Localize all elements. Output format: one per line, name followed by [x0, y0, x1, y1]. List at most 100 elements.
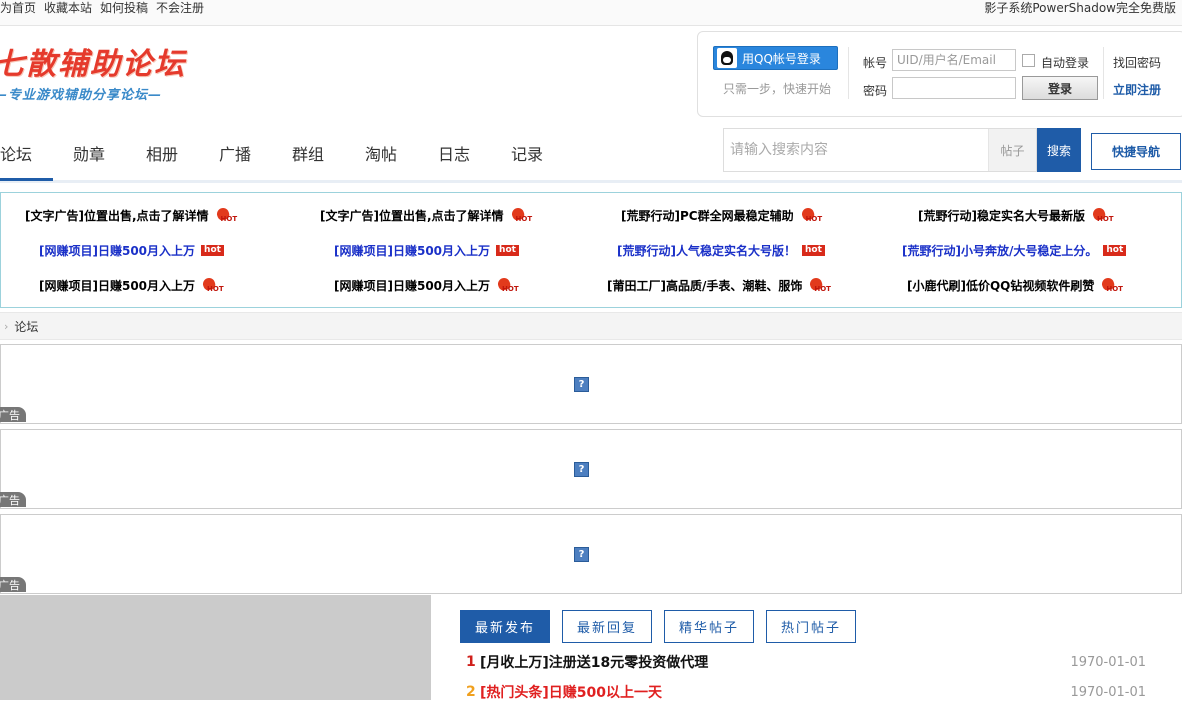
post-rank: 2 [466, 684, 476, 700]
top-right-ad-link[interactable]: 影子系统PowerShadow完全免费版 [984, 0, 1176, 17]
hot-badge-icon: hot [801, 245, 825, 256]
password-label: 密码 [863, 84, 888, 98]
text-ad-link[interactable]: [荒野行动]稳定实名大号最新版 [918, 207, 1115, 224]
logo-title: 七散辅助论坛 [0, 47, 186, 82]
chevron-right-icon: › [4, 319, 9, 333]
text-ad-link[interactable]: [网赚项目]日赚500月入上万 [39, 277, 225, 294]
divider [848, 47, 849, 99]
text-ad-label: [荒野行动]PC群全网最稳定辅助 [621, 209, 794, 223]
text-ad-link[interactable]: [网赚项目]日赚500月入上万 hot [39, 242, 224, 259]
ad-tag: 广告 [0, 577, 26, 592]
hot-flame-icon [215, 208, 239, 224]
qq-login-hint: 只需一步，快速开始 [723, 82, 832, 96]
broken-image-icon: ? [574, 547, 589, 562]
tab-latest-replies[interactable]: 最新回复 [562, 610, 653, 643]
hot-badge-icon: hot [201, 245, 224, 256]
qq-login-label: 用QQ帐号登录 [742, 51, 821, 66]
top-links: 为首页 收藏本站 如何投稿 不会注册 [0, 0, 204, 17]
nav-item-blog[interactable]: 日志 [438, 141, 470, 165]
auto-login-checkbox[interactable] [1022, 54, 1035, 67]
broken-image-icon: ? [574, 377, 589, 392]
set-homepage-link[interactable]: 为首页 [0, 0, 36, 17]
quick-nav-button[interactable]: 快捷导航 [1091, 133, 1181, 170]
auto-login-label: 自动登录 [1041, 56, 1090, 70]
register-link[interactable]: 立即注册 [1113, 81, 1161, 98]
text-ad-link[interactable]: [荒野行动]小号奔放/大号稳定上分。 hot [902, 242, 1127, 259]
top-bar: 为首页 收藏本站 如何投稿 不会注册 影子系统PowerShadow完全免费版 [0, 0, 1182, 26]
posts-tabs: 最新发布 最新回复 精华帖子 热门帖子 [460, 610, 857, 643]
search-type-select[interactable]: 帖子 [988, 129, 1036, 171]
post-rank: 1 [466, 654, 476, 670]
nav-item-forum[interactable]: 论坛 [0, 141, 32, 165]
posts-panel: 最新发布 最新回复 精华帖子 热门帖子 1 [月收上万]注册送18元零投资做代理… [444, 595, 1182, 702]
tab-hot[interactable]: 热门帖子 [766, 610, 857, 643]
nav-active-indicator [0, 178, 53, 181]
text-ads-panel: [文字广告]位置出售,点击了解详情 [文字广告]位置出售,点击了解详情 [荒野行… [0, 192, 1182, 308]
text-ad-label: [网赚项目]日赚500月入上万 [334, 244, 491, 258]
text-ad-label: [网赚项目]日赚500月入上万 [334, 279, 491, 293]
text-ad-label: [荒野行动]人气稳定实名大号版！ [617, 244, 796, 258]
slideshow-placeholder [0, 595, 431, 700]
nav-item-broadcast[interactable]: 广播 [219, 141, 251, 165]
breadcrumb: › 论坛 [0, 312, 1182, 340]
text-ad-label: [文字广告]位置出售,点击了解详情 [320, 209, 504, 223]
ad-tag: 广告 [0, 407, 26, 422]
ad-slot[interactable]: ? 广告 [0, 429, 1182, 509]
hot-badge-icon: hot [496, 245, 519, 256]
ad-slot[interactable]: ? 广告 [0, 344, 1182, 424]
text-ad-link[interactable]: [网赚项目]日赚500月入上万 [334, 277, 520, 294]
text-ad-link[interactable]: [荒野行动]PC群全网最稳定辅助 [621, 207, 824, 224]
header: 七散辅助论坛 —专业游戏辅助分享论坛— 用QQ帐号登录 只需一步，快速开始 帐号… [0, 27, 1182, 121]
retrieve-password-link[interactable]: 找回密码 [1113, 54, 1161, 71]
text-ad-label: [网赚项目]日赚500月入上万 [39, 279, 196, 293]
site-logo[interactable]: 七散辅助论坛 —专业游戏辅助分享论坛— [0, 39, 186, 103]
hot-badge-icon: hot [1103, 245, 1127, 256]
tab-featured[interactable]: 精华帖子 [664, 610, 755, 643]
hot-flame-icon [1100, 278, 1124, 294]
breadcrumb-forum-link[interactable]: 论坛 [14, 318, 38, 335]
text-ad-link[interactable]: [小鹿代刷]低价QQ钻视频软件刷赞 [907, 277, 1124, 294]
text-ad-label: [文字广告]位置出售,点击了解详情 [25, 209, 209, 223]
qq-login-button[interactable]: 用QQ帐号登录 [713, 46, 838, 70]
nav-item-records[interactable]: 记录 [511, 141, 543, 165]
text-ad-link[interactable]: [网赚项目]日赚500月入上万 hot [334, 242, 519, 259]
hot-flame-icon [1091, 208, 1115, 224]
nav-item-groups[interactable]: 群组 [292, 141, 324, 165]
tab-latest[interactable]: 最新发布 [460, 610, 551, 643]
text-ad-link[interactable]: [荒野行动]人气稳定实名大号版！ hot [617, 242, 825, 259]
post-date: 1970-01-01 [1070, 684, 1146, 700]
login-button[interactable]: 登录 [1022, 76, 1098, 100]
nav-item-medals[interactable]: 勋章 [73, 141, 105, 165]
hot-flame-icon [496, 278, 520, 294]
text-ad-link[interactable]: [文字广告]位置出售,点击了解详情 [320, 207, 534, 224]
text-ad-label: [荒野行动]稳定实名大号最新版 [918, 209, 1085, 223]
password-input[interactable] [892, 77, 1016, 99]
divider [1103, 47, 1104, 99]
bookmark-link[interactable]: 收藏本站 [44, 0, 92, 17]
text-ad-link[interactable]: [文字广告]位置出售,点击了解详情 [25, 207, 239, 224]
post-row[interactable]: 1 [月收上万]注册送18元零投资做代理 1970-01-01 [466, 651, 1146, 673]
text-ad-label: [网赚项目]日赚500月入上万 [39, 244, 196, 258]
main-nav: 论坛 勋章 相册 广播 群组 淘帖 日志 记录 帖子 搜索 快捷导航 [0, 121, 1182, 183]
post-title[interactable]: [月收上万]注册送18元零投资做代理 [480, 652, 708, 672]
qq-icon [717, 48, 737, 68]
register-help-link[interactable]: 不会注册 [156, 0, 204, 17]
nav-item-collections[interactable]: 淘帖 [365, 141, 397, 165]
search-button[interactable]: 搜索 [1037, 128, 1081, 172]
post-title[interactable]: [热门头条]日赚500以上一天 [480, 682, 662, 702]
nav-item-album[interactable]: 相册 [146, 141, 178, 165]
login-box: 用QQ帐号登录 只需一步，快速开始 帐号 自动登录 找回密码 密码 登录 立即注… [697, 31, 1182, 117]
text-ad-link[interactable]: [莆田工厂]高品质/手表、潮鞋、服饰 [607, 277, 832, 294]
text-ad-label: [荒野行动]小号奔放/大号稳定上分。 [902, 244, 1098, 258]
hot-flame-icon [800, 208, 824, 224]
how-to-submit-link[interactable]: 如何投稿 [100, 0, 148, 17]
hot-flame-icon [201, 278, 225, 294]
account-input[interactable] [892, 49, 1016, 71]
logo-subtitle: —专业游戏辅助分享论坛— [0, 88, 163, 103]
hot-flame-icon [510, 208, 534, 224]
ad-slot[interactable]: ? 广告 [0, 514, 1182, 594]
post-date: 1970-01-01 [1070, 654, 1146, 670]
broken-image-icon: ? [574, 462, 589, 477]
search-box: 帖子 [723, 128, 1037, 172]
search-input[interactable] [724, 129, 988, 171]
